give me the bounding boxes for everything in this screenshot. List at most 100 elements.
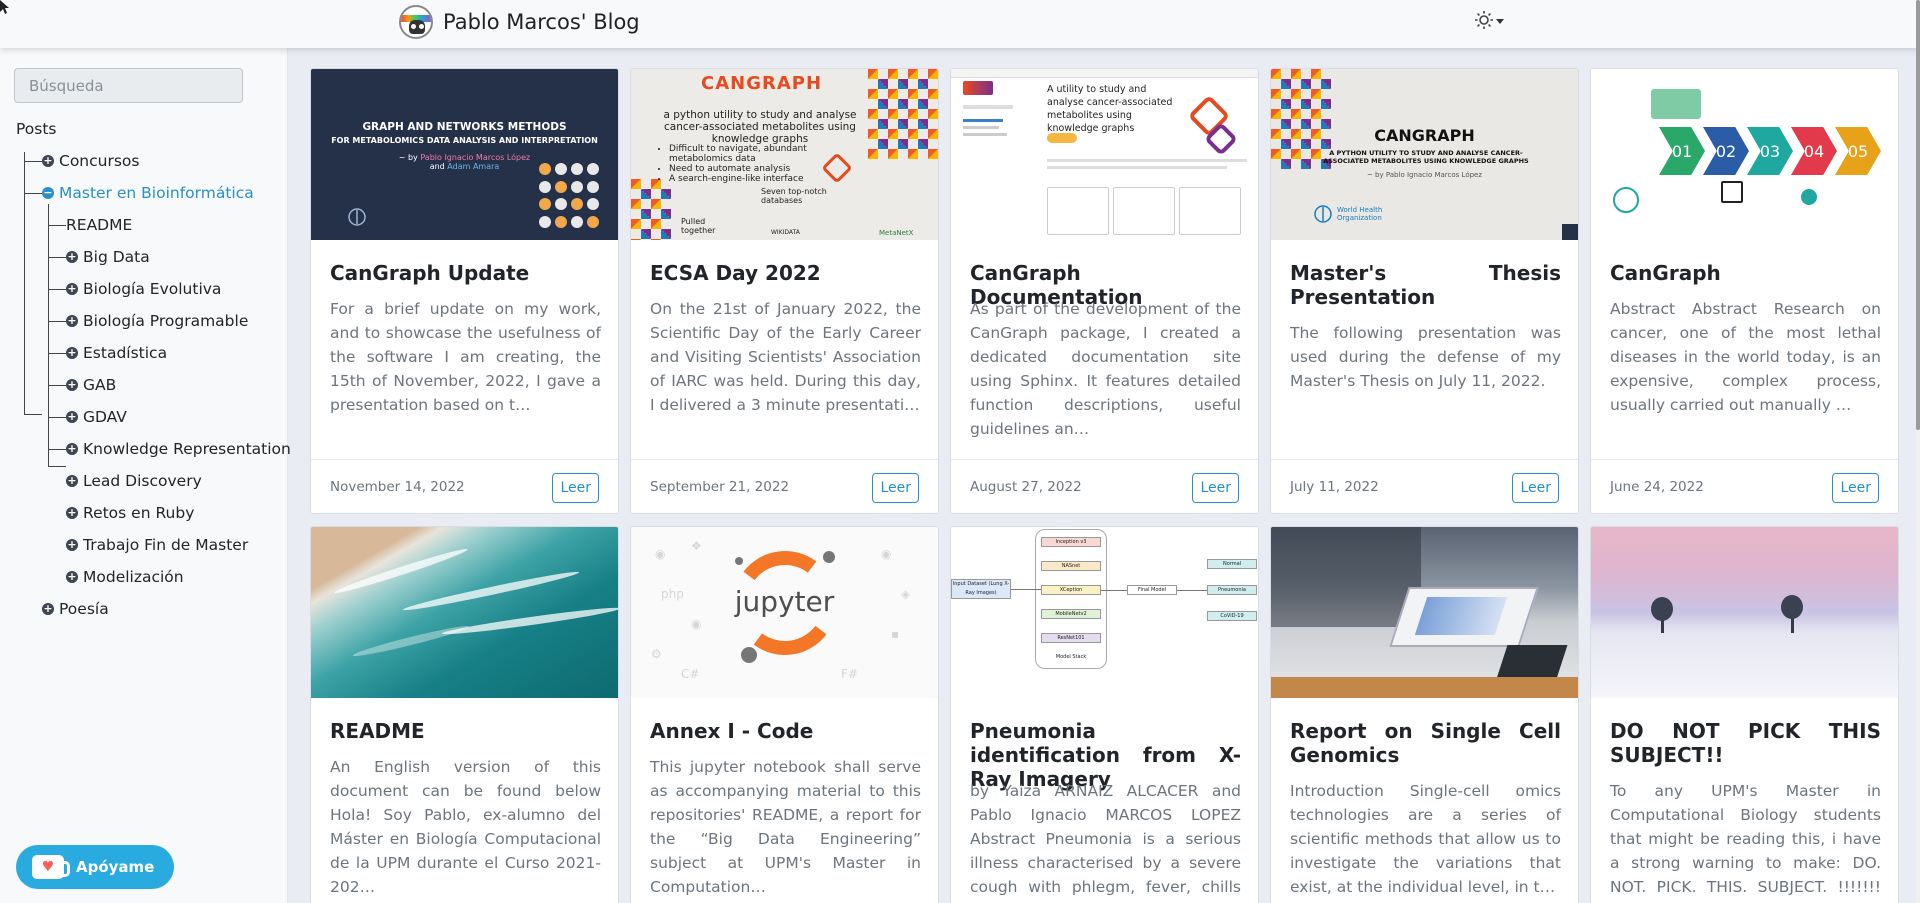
post-card[interactable]: README An English version of this docume…	[310, 526, 619, 903]
jupyter-wordmark: jupyter	[734, 585, 835, 618]
expand-icon[interactable]: +	[66, 507, 78, 519]
step-chevron: 01	[1659, 127, 1705, 175]
sidebar-item-retos-en-ruby[interactable]: + Retos en Ruby	[66, 504, 194, 522]
post-title[interactable]: CanGraph	[1610, 261, 1881, 285]
expand-icon[interactable]: +	[66, 475, 78, 487]
post-thumbnail[interactable]: CANGRAPH a python utility to study and a…	[631, 69, 938, 240]
collapse-icon[interactable]: −	[42, 187, 54, 199]
post-thumbnail[interactable]: GRAPH AND NETWORKS METHODS FOR METABOLOM…	[311, 69, 618, 240]
expand-icon[interactable]: +	[66, 571, 78, 583]
tree-connector	[48, 204, 49, 466]
post-card[interactable]: CANGRAPH A PYTHON UTILITY TO STUDY AND A…	[1270, 68, 1579, 514]
sidebar-section-title: Posts	[16, 120, 57, 138]
post-card[interactable]: Report on Single Cell Genomics Introduct…	[1270, 526, 1579, 903]
sidebar-item-big-data[interactable]: + Big Data	[66, 248, 150, 266]
slide-note: Seven top-notch databases	[761, 187, 827, 205]
expand-icon[interactable]: +	[66, 251, 78, 263]
diagram-stack-label: Model Stack	[1055, 654, 1087, 660]
post-title[interactable]: DO NOT PICK THIS SUBJECT!!	[1610, 719, 1881, 767]
post-thumbnail[interactable]: 01 02 03 04 05	[1591, 69, 1898, 240]
expand-icon[interactable]: +	[66, 379, 78, 391]
slide-note: Pulled together	[681, 217, 716, 235]
sidebar-item-poesia[interactable]: + Poesía	[42, 600, 109, 618]
post-card[interactable]: CANGRAPH a python utility to study and a…	[630, 68, 939, 514]
read-button[interactable]: Leer	[552, 473, 599, 503]
slide-subtitle: a python utility to study and analyse ca…	[663, 109, 857, 145]
sidebar-item-gab[interactable]: + GAB	[66, 376, 116, 394]
post-thumbnail[interactable]	[1271, 527, 1578, 698]
read-button[interactable]: Leer	[1512, 473, 1559, 503]
post-thumbnail[interactable]	[1591, 527, 1898, 698]
sidebar-item-label: GAB	[83, 376, 117, 394]
post-card[interactable]: GRAPH AND NETWORKS METHODS FOR METABOLOM…	[310, 68, 619, 514]
card-footer: June 24, 2022 Leer	[1591, 459, 1898, 513]
post-excerpt: As part of the development of the CanGra…	[970, 300, 1241, 438]
expand-icon[interactable]: +	[66, 283, 78, 295]
doc-heading: A utility to study and analyse cancer-as…	[1047, 84, 1173, 134]
cangraph-logo: CANGRAPH	[701, 73, 823, 94]
sidebar-item-biologia-programable[interactable]: + Biología Programable	[66, 312, 248, 330]
tree-connector	[24, 414, 42, 415]
expand-icon[interactable]: +	[66, 443, 78, 455]
sidebar-item-modelizacion[interactable]: + Modelización	[66, 568, 184, 586]
expand-icon[interactable]: +	[42, 603, 54, 615]
sidebar-item-label: Big Data	[83, 248, 150, 266]
thumb-title: GRAPH AND NETWORKS METHODS	[362, 121, 567, 133]
post-title[interactable]: Master's Thesis Presentation	[1290, 261, 1561, 309]
post-thumbnail[interactable]: CANGRAPH A PYTHON UTILITY TO STUDY AND A…	[1271, 69, 1578, 240]
post-card[interactable]: A utility to study and analyse cancer-as…	[950, 68, 1259, 514]
sidebar-item-concursos[interactable]: + Concursos	[42, 152, 139, 170]
tree-connector	[24, 152, 25, 414]
sidebar-item-estadistica[interactable]: + Estadística	[66, 344, 167, 362]
post-card[interactable]: 01 02 03 04 05 CanGraph Abstract Abstrac…	[1590, 68, 1899, 514]
post-excerpt: Introduction Single-cell omics technolog…	[1290, 782, 1561, 896]
sidebar-item-master-bioinformatica[interactable]: − Master en Bioinformática	[42, 184, 254, 202]
diagram-model: MobileNetv2	[1041, 609, 1101, 619]
sidebar-item-label: Concursos	[59, 152, 140, 170]
post-thumbnail[interactable]: A utility to study and analyse cancer-as…	[951, 69, 1258, 240]
mouse-cursor-icon	[0, 0, 9, 14]
post-card[interactable]: DO NOT PICK THIS SUBJECT!! To any UPM's …	[1590, 526, 1899, 903]
post-title[interactable]: ECSA Day 2022	[650, 261, 921, 285]
sidebar-item-lead-discovery[interactable]: + Lead Discovery	[66, 472, 202, 490]
post-thumbnail[interactable]: ◉ ❖ php ◉ ⚙ C# ◉ ◈ ▪ F# jupyter	[631, 527, 938, 698]
expand-icon[interactable]: +	[66, 411, 78, 423]
read-button[interactable]: Leer	[1832, 473, 1879, 503]
sidebar-item-label: Poesía	[59, 600, 109, 618]
tree-connector	[48, 257, 66, 258]
sidebar-item-biologia-evolutiva[interactable]: + Biología Evolutiva	[66, 280, 221, 298]
post-thumbnail[interactable]: Input Dataset (Lung X-Ray Images) Incept…	[951, 527, 1258, 698]
expand-icon[interactable]: +	[42, 155, 54, 167]
read-button[interactable]: Leer	[872, 473, 919, 503]
read-button[interactable]: Leer	[1192, 473, 1239, 503]
tree-connector	[48, 449, 66, 450]
support-button[interactable]: ♥ Apóyame	[16, 845, 174, 889]
diagram-class: Pneumonia	[1207, 585, 1257, 595]
expand-icon[interactable]: +	[66, 539, 78, 551]
sidebar-item-gdav[interactable]: + GDAV	[66, 408, 127, 426]
post-title[interactable]: Annex I - Code	[650, 719, 921, 743]
expand-icon[interactable]: +	[66, 347, 78, 359]
brand-title: Pablo Marcos' Blog	[443, 10, 640, 34]
brand-link[interactable]: Pablo Marcos' Blog	[399, 5, 640, 39]
post-thumbnail[interactable]	[311, 527, 618, 698]
sidebar: Posts + Concursos −Master en Bioinformáti…	[0, 48, 291, 903]
scrollbar-thumb[interactable]	[1916, 0, 1920, 430]
sidebar-item-knowledge-representation[interactable]: + Knowledge Representation	[66, 440, 291, 458]
page-scrollbar[interactable]	[1916, 0, 1920, 903]
sidebar-item-label: Biología Programable	[83, 312, 249, 330]
sidebar-item-trabajo-fin-de-master[interactable]: + Trabajo Fin de Master	[66, 536, 248, 554]
post-title[interactable]: README	[330, 719, 601, 743]
sun-icon	[1475, 11, 1493, 29]
sidebar-item-label: README	[66, 216, 133, 234]
sidebar-item-label: Trabajo Fin de Master	[83, 536, 249, 554]
post-excerpt: On the 21st of January 2022, the Scienti…	[650, 300, 921, 414]
post-card[interactable]: Input Dataset (Lung X-Ray Images) Incept…	[950, 526, 1259, 903]
post-card[interactable]: ◉ ❖ php ◉ ⚙ C# ◉ ◈ ▪ F# jupyter Annex I - Cod…	[630, 526, 939, 903]
expand-icon[interactable]: +	[66, 315, 78, 327]
post-title[interactable]: Report on Single Cell Genomics	[1290, 719, 1561, 767]
search-input[interactable]	[14, 68, 243, 103]
post-title[interactable]: CanGraph Update	[330, 261, 601, 285]
sidebar-item-readme[interactable]: README	[66, 216, 132, 234]
theme-toggle-button[interactable]	[1474, 10, 1504, 30]
